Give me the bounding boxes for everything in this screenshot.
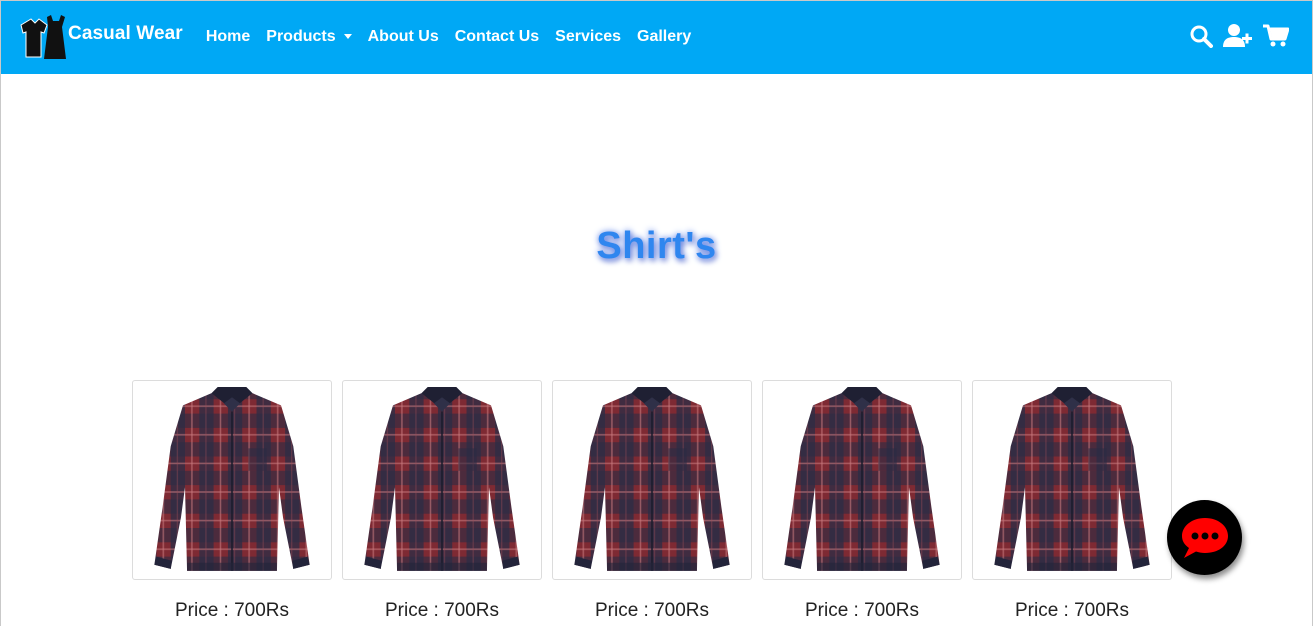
navbar: Casual Wear Home Products About Us Conta… [0, 0, 1313, 74]
product-card[interactable]: Price : 700Rs [762, 380, 962, 622]
product-image[interactable] [762, 380, 962, 580]
shirt-image [153, 386, 311, 572]
search-icon[interactable] [1189, 24, 1213, 48]
product-card[interactable]: Price : 700Rs [132, 380, 332, 622]
product-image[interactable] [552, 380, 752, 580]
product-image[interactable] [972, 380, 1172, 580]
shirt-image [573, 386, 731, 572]
nav-services[interactable]: Services [555, 28, 621, 46]
user-plus-icon[interactable] [1223, 24, 1253, 48]
product-card[interactable]: Price : 700Rs [972, 380, 1172, 622]
nav-products-label: Products [266, 28, 336, 45]
nav-about-us[interactable]: About Us [368, 28, 439, 46]
nav-products-dropdown[interactable]: Products [266, 28, 352, 46]
chat-button[interactable] [1167, 500, 1242, 575]
product-card[interactable]: Price : 700Rs [552, 380, 752, 622]
nav-gallery[interactable]: Gallery [637, 28, 691, 46]
product-price: Price : 700Rs [594, 600, 710, 621]
product-list: Price : 700Rs Price : 700Rs Price : 700R… [132, 380, 1182, 622]
product-price: Price : 700Rs [384, 600, 500, 621]
shirt-image [783, 386, 941, 572]
nav-contact-us[interactable]: Contact Us [455, 28, 539, 46]
nav-icons [1179, 24, 1289, 48]
nav-links: Home Products About Us Contact Us Servic… [206, 28, 707, 46]
nav-home[interactable]: Home [206, 28, 250, 46]
chevron-down-icon [343, 33, 352, 39]
tshirt-dress-logo-icon [20, 15, 66, 59]
page-title: Shirt's [596, 225, 717, 267]
product-price: Price : 700Rs [1014, 600, 1130, 621]
brand-link[interactable]: Casual Wear [17, 0, 183, 74]
brand-name: Casual Wear [68, 23, 183, 44]
shirt-image [363, 386, 521, 572]
shirt-image [993, 386, 1151, 572]
product-image[interactable] [132, 380, 332, 580]
chat-bubble-icon [1181, 517, 1228, 558]
product-card[interactable]: Price : 700Rs [342, 380, 542, 622]
product-price: Price : 700Rs [174, 600, 290, 621]
product-price: Price : 700Rs [804, 600, 920, 621]
product-image[interactable] [342, 380, 542, 580]
cart-icon[interactable] [1263, 24, 1289, 48]
